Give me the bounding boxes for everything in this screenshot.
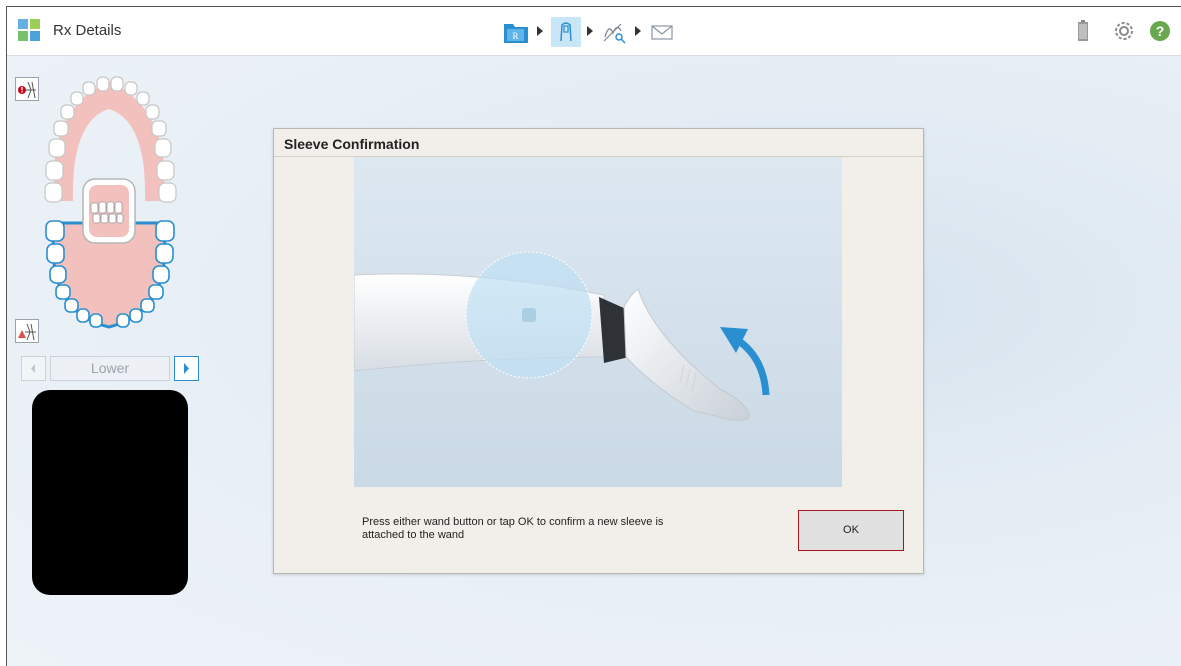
svg-text:R: R: [512, 31, 518, 41]
next-jaw-button[interactable]: [174, 356, 199, 381]
step-arrow-icon: [635, 26, 641, 36]
top-bar: Rx Details R ?: [7, 7, 1181, 56]
ok-button[interactable]: OK: [798, 510, 904, 551]
gear-icon[interactable]: [1112, 19, 1136, 48]
step-arrow-icon: [537, 26, 543, 36]
previous-jaw-button[interactable]: [21, 356, 46, 381]
scan-wand-icon[interactable]: [551, 17, 581, 47]
view-tooth-icon[interactable]: [599, 17, 629, 47]
dialog-message: Press either wand button or tap OK to co…: [362, 516, 664, 541]
battery-icon: [1076, 19, 1090, 48]
svg-text:?: ?: [1156, 23, 1165, 39]
tooth-chart[interactable]: [35, 71, 183, 337]
jaw-label: Lower: [50, 356, 170, 381]
page-title: Rx Details: [53, 22, 122, 39]
camera-preview: [32, 390, 188, 595]
app-grid-icon[interactable]: [18, 19, 40, 41]
wand-sleeve-illustration: [353, 157, 842, 487]
envelope-icon[interactable]: [647, 17, 677, 47]
help-icon[interactable]: ?: [1148, 19, 1172, 48]
rx-folder-icon[interactable]: R: [501, 17, 531, 47]
step-arrow-icon: [587, 26, 593, 36]
lower-jaw-icon[interactable]: [15, 319, 39, 343]
dialog-title: Sleeve Confirmation: [284, 136, 420, 152]
app-window: Rx Details R ? Lower Sleeve Confirmation…: [6, 6, 1181, 666]
sleeve-confirmation-dialog: Sleeve Confirmation Press either wand bu…: [273, 128, 924, 574]
